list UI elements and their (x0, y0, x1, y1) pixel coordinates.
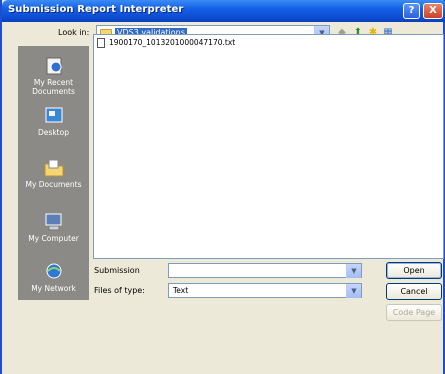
file-name: 1900170_1013201000047170.txt (109, 38, 236, 47)
file-type-label: Files of type: (94, 286, 145, 295)
title-bar[interactable]: Submission Report Interpreter ? X (2, 0, 445, 22)
my-computer-icon (45, 213, 61, 231)
close-button[interactable]: X (423, 3, 443, 19)
chevron-down-icon[interactable]: ▼ (346, 284, 361, 298)
file-name-input[interactable]: ▼ (168, 263, 362, 278)
place-my-documents[interactable]: My Documents (18, 158, 89, 189)
place-my-computer[interactable]: My Computer (18, 212, 89, 243)
file-name-label: Submission (94, 266, 140, 275)
text-file-icon (97, 38, 105, 48)
place-label: My Recent Documents (32, 78, 75, 96)
place-label: My Network (31, 284, 76, 293)
places-bar: My Recent Documents Desktop My Documents… (18, 46, 89, 300)
desktop-icon (45, 107, 62, 123)
file-type-value: Text (173, 286, 189, 295)
chevron-down-icon[interactable]: ▼ (346, 264, 361, 278)
window-title: Submission Report Interpreter (8, 4, 184, 15)
open-button[interactable]: Open (386, 262, 442, 279)
place-recent-documents[interactable]: My Recent Documents (18, 56, 89, 96)
recent-documents-icon (46, 57, 61, 75)
place-label: My Documents (25, 180, 82, 189)
look-in-label: Look in: (58, 28, 90, 37)
file-list[interactable]: 1900170_1013201000047170.txt (93, 34, 444, 259)
my-network-icon (46, 263, 61, 279)
cancel-button[interactable]: Cancel (386, 283, 442, 300)
place-label: My Computer (28, 234, 79, 243)
place-my-network[interactable]: My Network (18, 262, 89, 293)
code-page-button[interactable]: Code Page (386, 304, 442, 321)
file-type-dropdown[interactable]: Text ▼ (168, 283, 362, 298)
my-documents-icon (44, 159, 63, 177)
help-button[interactable]: ? (403, 3, 420, 19)
place-label: Desktop (38, 128, 69, 137)
dialog-window: Submission Report Interpreter ? X Look i… (0, 0, 445, 374)
place-desktop[interactable]: Desktop (18, 106, 89, 137)
